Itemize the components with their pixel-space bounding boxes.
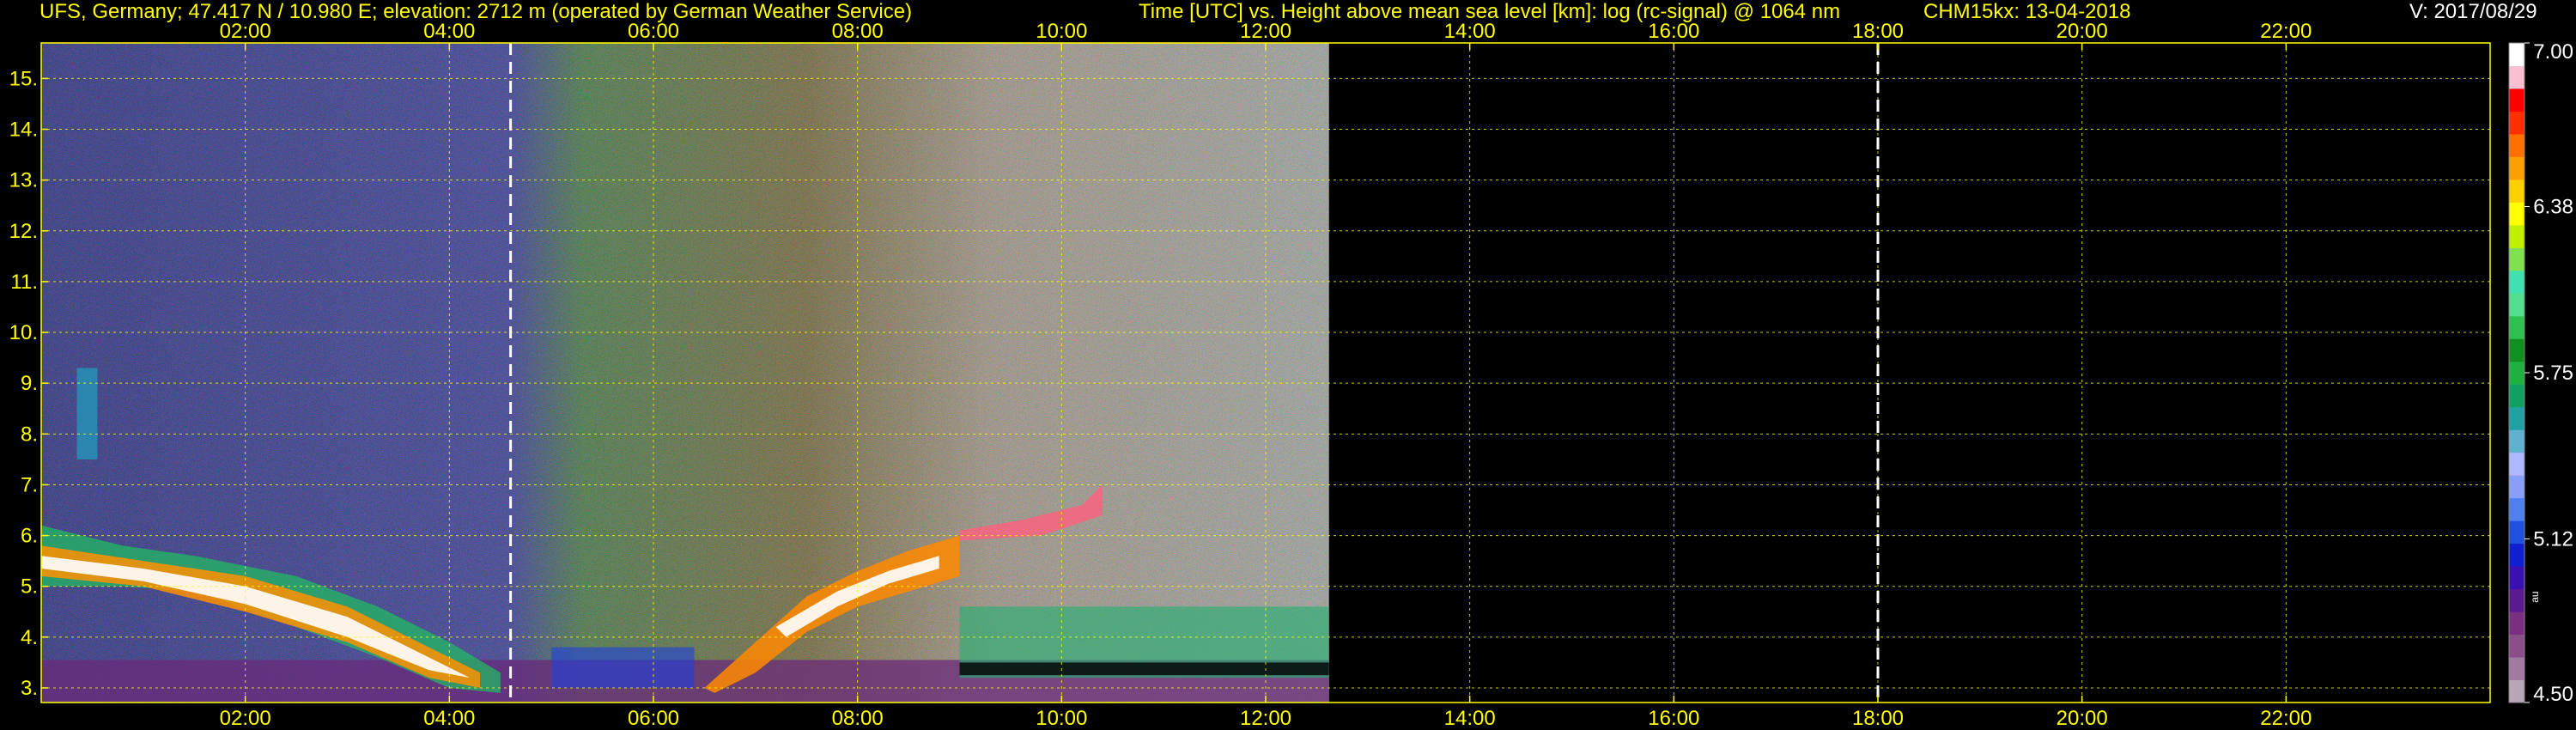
- boundary-layer-top: [959, 662, 1329, 676]
- colorbar-tick-label: 5.12: [2533, 528, 2573, 551]
- x-tick-label-top: 20:00: [2057, 20, 2108, 43]
- colorbar-swatch: [2509, 384, 2524, 408]
- colorbar-swatch: [2509, 611, 2524, 636]
- colorbar-swatch: [2509, 247, 2524, 271]
- low-layer: [551, 647, 695, 688]
- colorbar-swatch: [2509, 338, 2524, 362]
- elevated-filament: [76, 368, 98, 459]
- y-tick-label: 15.: [9, 67, 38, 90]
- colorbar-swatch: [2509, 133, 2524, 157]
- colorbar-swatch: [2509, 43, 2524, 66]
- y-tick-label: 13.: [9, 169, 38, 192]
- colorbar: 4.50 5.12 5.75 6.38 7.00 au: [2508, 40, 2573, 706]
- colorbar-tick-label: 7.00: [2533, 40, 2573, 64]
- signal-field: [41, 43, 1329, 703]
- colorbar-swatch: [2509, 65, 2524, 89]
- x-tick-label-bottom: 18:00: [1852, 707, 1904, 730]
- x-tick-label-top: 18:00: [1852, 20, 1904, 43]
- colorbar-swatch: [2509, 679, 2524, 703]
- y-tick-label: 6.: [21, 525, 38, 548]
- colorbar-swatch: [2509, 566, 2524, 590]
- x-tick-label-bottom: 02:00: [220, 707, 271, 730]
- y-tick-label: 10.: [9, 321, 38, 344]
- colorbar-swatch: [2509, 111, 2524, 135]
- y-tick-label: 12.: [9, 220, 38, 243]
- colorbar-swatch: [2509, 475, 2524, 499]
- y-tick-label: 4.: [21, 626, 38, 649]
- colorbar-swatch: [2509, 156, 2524, 180]
- colorbar-swatch: [2509, 520, 2524, 544]
- x-tick-label-top: 16:00: [1648, 20, 1699, 43]
- colorbar-swatch: [2509, 497, 2524, 521]
- colorbar-swatch: [2509, 270, 2524, 294]
- colorbar-swatch: [2509, 361, 2524, 385]
- colorbar-swatch: [2509, 224, 2524, 248]
- colorbar-swatch: [2509, 588, 2524, 612]
- colorbar-swatch: [2509, 452, 2524, 476]
- colorbar-tick-label: 6.38: [2533, 195, 2573, 218]
- x-tick-label-bottom: 20:00: [2057, 707, 2108, 730]
- y-tick-label: 8.: [21, 423, 38, 446]
- y-tick-label: 9.: [21, 372, 38, 395]
- colorbar-swatch: [2509, 543, 2524, 567]
- colorbar-tick-label: 5.75: [2533, 362, 2573, 385]
- x-tick-label-bottom: 12:00: [1240, 707, 1291, 730]
- colorbar-swatch: [2509, 315, 2524, 339]
- x-tick-label-bottom: 16:00: [1648, 707, 1699, 730]
- x-tick-label-bottom: 06:00: [628, 707, 679, 730]
- x-tick-label-top: 22:00: [2260, 20, 2312, 43]
- x-tick-label-top: 02:00: [220, 20, 271, 43]
- colorbar-swatch: [2509, 429, 2524, 453]
- colorbar-swatch: [2509, 657, 2524, 681]
- colorbar-swatch: [2509, 634, 2524, 658]
- y-tick-label: 5.: [21, 575, 38, 599]
- x-tick-label-top: 04:00: [423, 20, 475, 43]
- y-tick-label: 3.: [21, 677, 38, 700]
- x-tick-label-bottom: 10:00: [1036, 707, 1087, 730]
- x-tick-label-top: 08:00: [832, 20, 884, 43]
- x-tick-label-top: 12:00: [1240, 20, 1291, 43]
- x-tick-label-bottom: 22:00: [2260, 707, 2312, 730]
- x-tick-label-bottom: 08:00: [832, 707, 884, 730]
- colorbar-swatch: [2509, 202, 2524, 226]
- colorbar-swatch: [2509, 179, 2524, 203]
- x-tick-label-top: 06:00: [628, 20, 679, 43]
- colorbar-swatch: [2509, 88, 2524, 112]
- colorbar-swatch: [2509, 293, 2524, 317]
- x-tick-label-bottom: 14:00: [1444, 707, 1496, 730]
- colorbar-tick-label: 4.50: [2533, 683, 2573, 706]
- colorbar-swatch: [2509, 406, 2524, 430]
- y-tick-label: 7.: [21, 473, 38, 496]
- x-tick-label-top: 10:00: [1036, 20, 1087, 43]
- y-tick-label: 11.: [10, 271, 38, 294]
- x-tick-label-bottom: 04:00: [423, 707, 475, 730]
- ceilometer-chart: 02:00 02:00 04:00 04:00 06:00 06:00 08:00 08:00…: [9, 20, 2573, 730]
- colorbar-unit: au: [2529, 591, 2541, 602]
- y-tick-label: 14.: [9, 119, 38, 142]
- x-tick-label-top: 14:00: [1444, 20, 1496, 43]
